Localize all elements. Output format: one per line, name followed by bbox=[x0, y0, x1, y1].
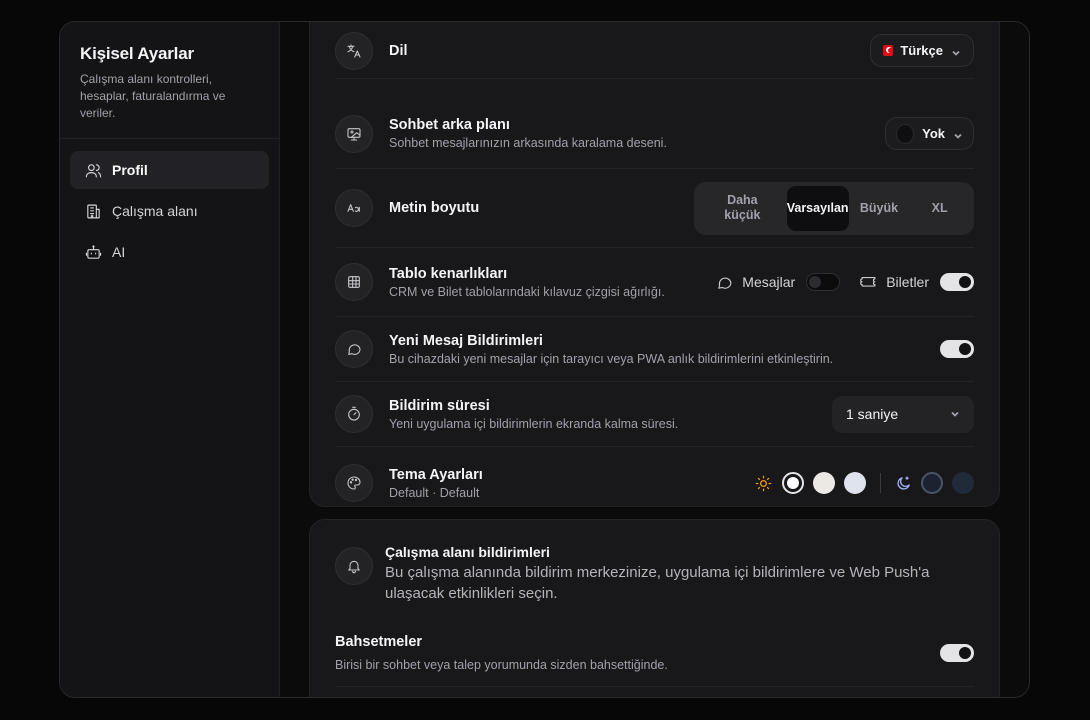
text-size-option-default[interactable]: Varsayılan bbox=[786, 185, 849, 231]
appearance-card: Dil Türkçe Sohbet arka planı Sohbet mesa… bbox=[309, 22, 1000, 507]
text-size-option-xl[interactable]: XL bbox=[909, 186, 970, 231]
notification-duration-value: 1 saniye bbox=[846, 406, 899, 422]
background-swatch bbox=[896, 123, 915, 144]
turkey-flag-icon bbox=[883, 45, 894, 56]
text-size-option-large[interactable]: Büyük bbox=[849, 186, 910, 231]
language-value: Türkçe bbox=[900, 43, 943, 58]
tickets-border-toggle[interactable] bbox=[940, 273, 974, 291]
bell-icon bbox=[335, 547, 373, 585]
sidebar-header: Kişisel Ayarlar Çalışma alanı kontroller… bbox=[60, 22, 279, 139]
building-icon bbox=[84, 202, 102, 220]
message-circle-icon bbox=[718, 277, 732, 289]
language-row: Dil Türkçe bbox=[335, 22, 974, 79]
language-title: Dil bbox=[389, 42, 408, 59]
text-size-option-smaller[interactable]: Daha küçük bbox=[698, 186, 787, 231]
notification-duration-title: Bildirim süresi bbox=[389, 397, 490, 414]
tickets-toggle-label: Biletler bbox=[860, 274, 929, 291]
messages-border-toggle[interactable] bbox=[806, 273, 841, 291]
palette-icon bbox=[335, 464, 373, 502]
theme-dark-swatch-2[interactable] bbox=[952, 472, 974, 494]
theme-picker bbox=[755, 472, 974, 494]
chat-background-value: Yok bbox=[922, 126, 945, 141]
settings-window: Kişisel Ayarlar Çalışma alanı kontroller… bbox=[59, 21, 1030, 698]
workspace-notifications-card: Çalışma alanı bildirimleri Bu çalışma al… bbox=[309, 519, 1000, 697]
theme-light-swatch-2[interactable] bbox=[813, 472, 835, 494]
chat-background-row: Sohbet arka planı Sohbet mesajlarınızın … bbox=[335, 99, 974, 169]
chevron-down-icon bbox=[951, 46, 961, 56]
bot-icon bbox=[84, 243, 102, 261]
sidebar-item-ai[interactable]: AI bbox=[70, 233, 269, 271]
workspace-notifications-header: Çalışma alanı bildirimleri Bu çalışma al… bbox=[335, 544, 974, 604]
mentions-row: Bahsetmeler Birisi bir sohbet veya talep… bbox=[335, 620, 974, 687]
text-size-row: Metin boyutu Daha küçük Varsayılan Büyük … bbox=[335, 169, 974, 248]
theme-light-swatch-selected[interactable] bbox=[782, 472, 804, 494]
notification-duration-subtitle: Yeni uygulama içi bildirimlerin ekranda … bbox=[389, 416, 679, 431]
image-monitor-icon bbox=[335, 114, 373, 153]
new-message-notifications-title: Yeni Mesaj Bildirimleri bbox=[389, 332, 543, 349]
mentions-title: Bahsetmeler bbox=[335, 634, 423, 650]
new-message-notifications-toggle[interactable] bbox=[940, 340, 974, 358]
theme-title: Tema Ayarları bbox=[389, 466, 483, 483]
theme-subtitle: Default · Default bbox=[389, 485, 480, 500]
sidebar-item-label: Çalışma alanı bbox=[112, 203, 198, 219]
theme-dark-swatch-1[interactable] bbox=[921, 472, 943, 494]
sidebar: Kişisel Ayarlar Çalışma alanı kontroller… bbox=[60, 22, 280, 697]
theme-light-swatch-fill bbox=[787, 477, 799, 489]
theme-divider bbox=[880, 473, 881, 493]
sun-icon bbox=[755, 475, 772, 491]
text-size-icon bbox=[335, 189, 373, 227]
sidebar-item-profile[interactable]: Profil bbox=[70, 151, 269, 189]
chevron-down-icon bbox=[950, 406, 960, 422]
sidebar-item-label: Profil bbox=[112, 162, 148, 178]
translate-icon bbox=[335, 31, 373, 70]
notification-duration-row: Bildirim süresi Yeni uygulama içi bildir… bbox=[335, 382, 974, 447]
sidebar-description: Çalışma alanı kontrolleri, hesaplar, fat… bbox=[80, 72, 226, 120]
chevron-down-icon bbox=[953, 129, 963, 139]
chat-background-subtitle: Sohbet mesajlarınızın arkasında karalama… bbox=[389, 136, 667, 150]
mentions-subtitle: Birisi bir sohbet veya talep yorumunda s… bbox=[335, 658, 668, 672]
notification-duration-select[interactable]: 1 saniye bbox=[832, 395, 974, 433]
table-borders-title: Tablo kenarlıkları bbox=[389, 265, 508, 282]
message-circle-icon bbox=[335, 330, 373, 368]
moon-icon bbox=[897, 475, 910, 490]
sidebar-item-label: AI bbox=[112, 244, 126, 260]
language-select[interactable]: Türkçe bbox=[870, 34, 974, 67]
mentions-toggle[interactable] bbox=[940, 644, 974, 662]
workspace-notifications-title: Çalışma alanı bildirimleri bbox=[385, 544, 550, 560]
new-message-notifications-row: Yeni Mesaj Bildirimleri Bu cihazdaki yen… bbox=[335, 317, 974, 382]
text-size-segmented: Daha küçük Varsayılan Büyük XL bbox=[694, 181, 974, 235]
table-borders-row: Tablo kenarlıkları CRM ve Bilet tablolar… bbox=[335, 248, 974, 317]
new-message-notifications-subtitle: Bu cihazdaki yeni mesajlar için tarayıcı… bbox=[389, 351, 834, 366]
text-size-title: Metin boyutu bbox=[389, 200, 480, 216]
sidebar-title: Kişisel Ayarlar bbox=[80, 44, 194, 63]
table-borders-subtitle: CRM ve Bilet tablolarındaki kılavuz çizg… bbox=[389, 284, 665, 299]
users-icon bbox=[84, 161, 102, 179]
timer-icon bbox=[335, 395, 373, 433]
theme-row: Tema Ayarları Default · Default bbox=[335, 447, 974, 519]
messages-toggle-label: Mesajlar bbox=[716, 274, 795, 291]
ticket-icon bbox=[860, 276, 876, 287]
workspace-notifications-description: Bu çalışma alanında bildirim merkezinize… bbox=[385, 564, 930, 602]
table-grid-icon bbox=[335, 263, 373, 301]
sidebar-item-workspace[interactable]: Çalışma alanı bbox=[70, 192, 269, 230]
chat-background-title: Sohbet arka planı bbox=[389, 117, 510, 133]
sidebar-nav: Profil Çalışma alanı AI bbox=[60, 139, 279, 286]
main-content: Dil Türkçe Sohbet arka planı Sohbet mesa… bbox=[280, 22, 1029, 697]
theme-light-swatch-3[interactable] bbox=[844, 472, 866, 494]
chat-background-select[interactable]: Yok bbox=[885, 117, 974, 150]
